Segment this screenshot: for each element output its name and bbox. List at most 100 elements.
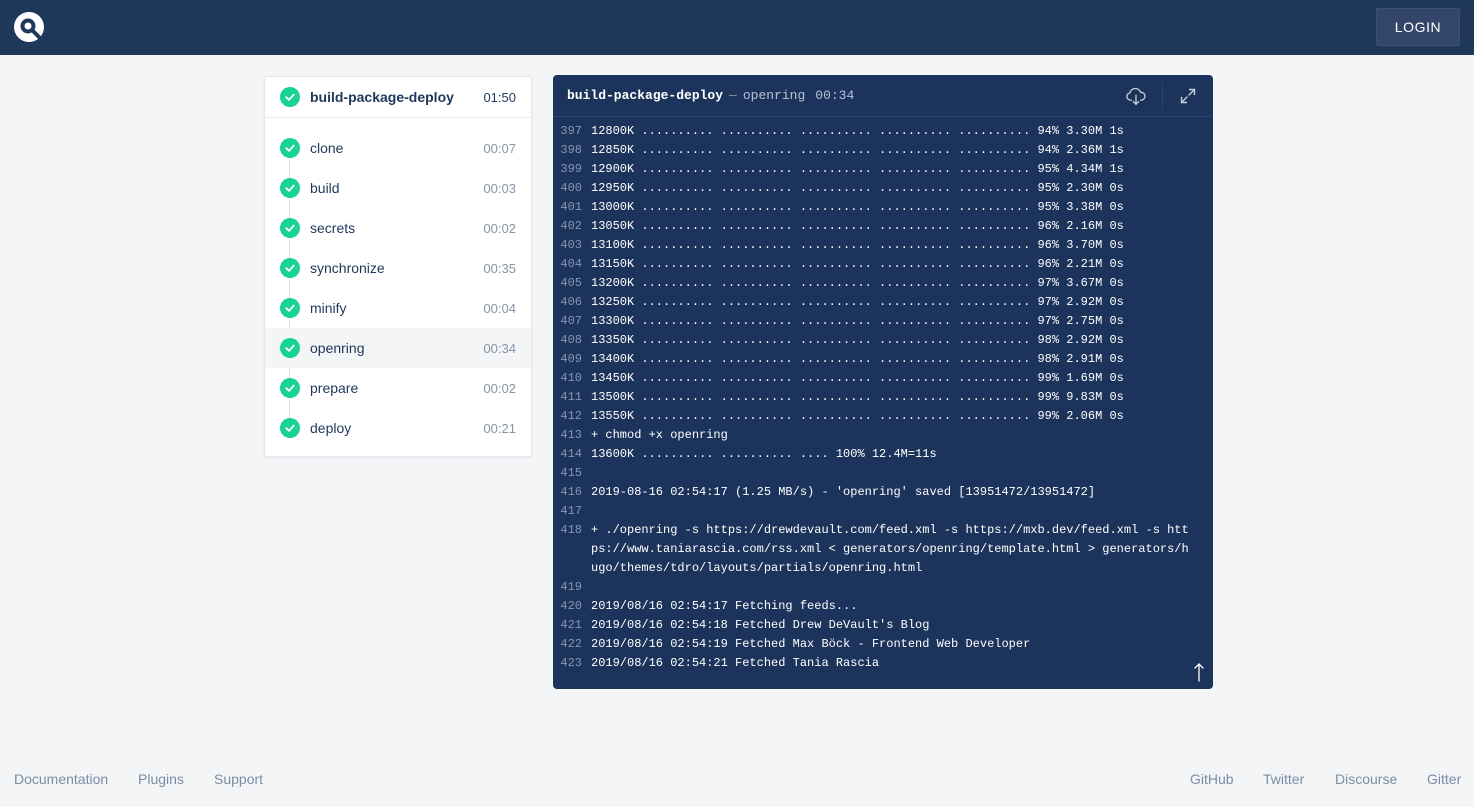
pipeline-name: build-package-deploy: [310, 89, 454, 105]
log-line: 400 12950K .......... .......... ........…: [553, 179, 1213, 198]
stage-item-deploy[interactable]: deploy 00:21: [265, 408, 531, 448]
footer-link-plugins[interactable]: Plugins: [138, 771, 184, 787]
log-line: 411 13500K .......... .......... ........…: [553, 388, 1213, 407]
log-line-number[interactable]: 400: [553, 179, 591, 198]
log-line-text: 13350K .......... .......... .......... …: [591, 333, 1124, 347]
stage-item-build[interactable]: build 00:03: [265, 168, 531, 208]
log-line-number[interactable]: 404: [553, 255, 591, 274]
log-line: 420 2019/08/16 02:54:17 Fetching feeds...: [553, 597, 1213, 616]
stage-duration: 00:04: [483, 300, 516, 316]
footer-link-discourse[interactable]: Discourse: [1335, 771, 1397, 787]
log-line-text: 13450K .......... .......... .......... …: [591, 371, 1124, 385]
log-stage-duration: 00:34: [815, 88, 855, 103]
footer-link-github[interactable]: GitHub: [1190, 771, 1234, 787]
login-button[interactable]: LOGIN: [1376, 8, 1460, 46]
stage-duration: 00:02: [483, 380, 516, 396]
log-line-text: 13100K .......... .......... .......... …: [591, 238, 1124, 252]
log-line: 410 13450K .......... .......... ........…: [553, 369, 1213, 388]
log-line-text: 2019-08-16 02:54:17 (1.25 MB/s) - 'openr…: [591, 485, 1096, 499]
log-line-text: 2019/08/16 02:54:21 Fetched Tania Rascia: [591, 656, 880, 670]
log-line-number[interactable]: 403: [553, 236, 591, 255]
log-header: build-package-deploy — openring 00:34: [553, 75, 1213, 117]
top-navbar: LOGIN: [0, 0, 1474, 55]
log-line-text: 2019/08/16 02:54:19 Fetched Max Böck - F…: [591, 637, 1031, 651]
stage-name: synchronize: [310, 260, 385, 276]
log-line-number[interactable]: 423: [553, 654, 591, 673]
pipeline-duration: 01:50: [483, 89, 516, 105]
log-line-number[interactable]: 406: [553, 293, 591, 312]
log-output[interactable]: 397 12800K .......... .......... ........…: [553, 117, 1213, 673]
log-line-number[interactable]: 415: [553, 464, 591, 483]
check-circle-icon: [280, 298, 300, 318]
log-line: 401 13000K .......... .......... ........…: [553, 198, 1213, 217]
footer-link-support[interactable]: Support: [214, 771, 263, 787]
footer-link-twitter[interactable]: Twitter: [1263, 771, 1304, 787]
log-line-text: + chmod +x openring: [591, 428, 728, 442]
log-line: 402 13050K .......... .......... ........…: [553, 217, 1213, 236]
log-line-number[interactable]: 421: [553, 616, 591, 635]
log-pipeline-name: build-package-deploy: [567, 88, 724, 103]
drone-logo-icon[interactable]: [13, 11, 45, 43]
log-line-text: 13550K .......... .......... .......... …: [591, 409, 1124, 423]
log-line: 399 12900K .......... .......... ........…: [553, 160, 1213, 179]
log-line: 421 2019/08/16 02:54:18 Fetched Drew DeVa…: [553, 616, 1213, 635]
log-line-text: + ./openring -s https://drewdevault.com/…: [591, 523, 1189, 575]
log-line-number[interactable]: 410: [553, 369, 591, 388]
log-line-number[interactable]: 405: [553, 274, 591, 293]
log-line-number[interactable]: 414: [553, 445, 591, 464]
log-line-text: 2019/08/16 02:54:18 Fetched Drew DeVault…: [591, 618, 930, 632]
log-line-number[interactable]: 411: [553, 388, 591, 407]
log-line: 404 13150K .......... .......... ........…: [553, 255, 1213, 274]
log-line-number[interactable]: 407: [553, 312, 591, 331]
stage-name: prepare: [310, 380, 359, 396]
stage-item-clone[interactable]: clone 00:07: [265, 128, 531, 168]
footer-link-gitter[interactable]: Gitter: [1427, 771, 1461, 787]
stage-item-prepare[interactable]: prepare 00:02: [265, 368, 531, 408]
stage-item-openring[interactable]: openring 00:34: [265, 328, 531, 368]
log-line: 406 13250K .......... .......... ........…: [553, 293, 1213, 312]
log-line-number[interactable]: 420: [553, 597, 591, 616]
expand-icon[interactable]: [1176, 84, 1200, 108]
stage-duration: 00:34: [483, 340, 516, 356]
log-line-text: [591, 464, 1191, 483]
stage-name: build: [310, 180, 340, 196]
log-line-number[interactable]: 412: [553, 407, 591, 426]
log-line: 423 2019/08/16 02:54:21 Fetched Tania Ras…: [553, 654, 1213, 673]
log-line: 407 13300K .......... .......... ........…: [553, 312, 1213, 331]
footer-link-documentation[interactable]: Documentation: [14, 771, 108, 787]
log-line-text: 12800K .......... .......... .......... …: [591, 124, 1124, 138]
log-line-number[interactable]: 418: [553, 521, 591, 578]
stage-item-secrets[interactable]: secrets 00:02: [265, 208, 531, 248]
log-line-text: 13200K .......... .......... .......... …: [591, 276, 1124, 290]
log-line-number[interactable]: 413: [553, 426, 591, 445]
stage-duration: 00:03: [483, 180, 516, 196]
stage-duration: 00:35: [483, 260, 516, 276]
cloud-download-icon[interactable]: [1124, 84, 1148, 108]
stage-item-synchronize[interactable]: synchronize 00:35: [265, 248, 531, 288]
log-line-number[interactable]: 419: [553, 578, 591, 597]
log-line-number[interactable]: 417: [553, 502, 591, 521]
log-line-number[interactable]: 401: [553, 198, 591, 217]
log-line-number[interactable]: 399: [553, 160, 591, 179]
log-line-number[interactable]: 409: [553, 350, 591, 369]
stage-item-minify[interactable]: minify 00:04: [265, 288, 531, 328]
pipeline-header[interactable]: build-package-deploy 01:50: [265, 77, 531, 118]
log-line-text: 13150K .......... .......... .......... …: [591, 257, 1124, 271]
log-line-text: [591, 578, 1191, 597]
log-line-text: 13400K .......... .......... .......... …: [591, 352, 1124, 366]
log-line-number[interactable]: 422: [553, 635, 591, 654]
log-line-number[interactable]: 398: [553, 141, 591, 160]
arrow-up-icon[interactable]: [1189, 661, 1209, 683]
log-line-text: 13600K .......... .......... .... 100% 1…: [591, 447, 937, 461]
log-line-number[interactable]: 416: [553, 483, 591, 502]
check-circle-icon: [280, 87, 300, 107]
log-line-number[interactable]: 408: [553, 331, 591, 350]
stage-name: clone: [310, 140, 344, 156]
log-line-text: [591, 502, 1191, 521]
log-line-number[interactable]: 402: [553, 217, 591, 236]
stage-name: minify: [310, 300, 347, 316]
log-line-number[interactable]: 397: [553, 122, 591, 141]
log-line-text: 12900K .......... .......... .......... …: [591, 162, 1124, 176]
log-line: 413 + chmod +x openring: [553, 426, 1213, 445]
check-circle-icon: [280, 178, 300, 198]
